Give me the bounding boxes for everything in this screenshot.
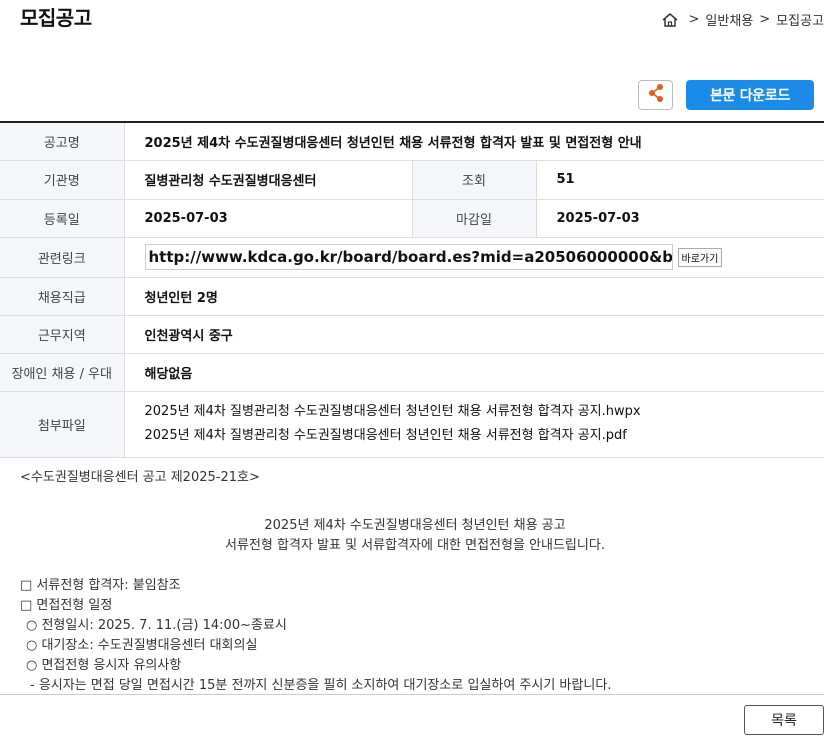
breadcrumb-separator: >: [759, 12, 771, 27]
breadcrumb-separator: >: [688, 12, 700, 27]
deadline-value: 2025-07-03: [535, 199, 824, 238]
breadcrumb-item-recruit[interactable]: 일반채용: [705, 10, 753, 29]
download-body-button[interactable]: 본문 다운로드: [686, 80, 814, 110]
region-value: 인천광역시 중구: [123, 315, 824, 354]
attachment-pdf-link[interactable]: 2025년 제4차 질병관리청 수도권질병대응센터 청년인턴 채용 서류전형 합…: [145, 424, 824, 448]
reg-date-label: 등록일: [0, 199, 124, 238]
table-row: 기관명 질병관리청 수도권질병대응센터 조회 51: [0, 160, 824, 200]
notice-body: <수도권질병대응센터 공고 제2025-21호> 2025년 제4차 수도권질병…: [20, 468, 810, 696]
page-title: 모집공고: [20, 6, 92, 30]
org-value: 질병관리청 수도권질병대응센터: [123, 160, 413, 200]
title-label: 공고명: [0, 122, 124, 161]
reg-date-value: 2025-07-03: [123, 199, 413, 238]
list-button[interactable]: 목록: [744, 705, 824, 735]
table-row: 공고명 2025년 제4차 수도권질병대응센터 청년인턴 채용 서류전형 합격자…: [0, 122, 824, 161]
table-row: 장애인 채용 / 우대 해당없음: [0, 353, 824, 392]
link-cell: http://www.kdca.go.kr/board/board.es?mid…: [123, 237, 824, 278]
table-row: 근무지역 인천광역시 중구: [0, 315, 824, 354]
position-value: 청년인턴 2명: [123, 277, 824, 316]
body-heading: 2025년 제4차 수도권질병대응센터 청년인턴 채용 공고: [264, 518, 566, 533]
position-label: 채용직급: [0, 277, 124, 316]
table-row: 채용직급 청년인턴 2명: [0, 277, 824, 316]
home-icon[interactable]: [661, 11, 679, 29]
notice-info-table: 공고명 2025년 제4차 수도권질병대응센터 청년인턴 채용 서류전형 합격자…: [0, 121, 824, 458]
disability-label: 장애인 채용 / 우대: [0, 353, 124, 392]
notice-number: <수도권질병대응센터 공고 제2025-21호>: [20, 470, 260, 485]
body-line: □ 면접전형 일정: [20, 598, 113, 613]
table-row: 관련링크 http://www.kdca.go.kr/board/board.e…: [0, 237, 824, 278]
breadcrumb-item-notice[interactable]: 모집공고: [776, 10, 824, 29]
views-value: 51: [535, 160, 824, 200]
deadline-label: 마감일: [412, 199, 536, 238]
views-label: 조회: [412, 160, 536, 200]
body-line: ○ 면접전형 응시자 유의사항: [26, 658, 182, 673]
share-button[interactable]: [638, 80, 673, 110]
divider: [0, 694, 824, 695]
disability-value: 해당없음: [123, 353, 824, 392]
region-label: 근무지역: [0, 315, 124, 354]
body-line: ○ 대기장소: 수도권질병대응센터 대회의실: [26, 638, 258, 653]
files-label: 첨부파일: [0, 391, 124, 458]
files-cell: 2025년 제4차 질병관리청 수도권질병대응센터 청년인턴 채용 서류전형 합…: [123, 391, 824, 458]
goto-link-button[interactable]: 바로가기: [677, 247, 723, 267]
body-line: - 응시자는 면접 당일 면접시간 15분 전까지 신분증을 필히 소지하여 대…: [30, 678, 612, 693]
breadcrumb: > 일반채용 > 모집공고: [661, 10, 824, 29]
link-label: 관련링크: [0, 237, 124, 278]
body-subheading: 서류전형 합격자 발표 및 서류합격자에 대한 면접전형을 안내드립니다.: [225, 538, 605, 553]
org-label: 기관명: [0, 160, 124, 200]
table-row: 등록일 2025-07-03 마감일 2025-07-03: [0, 199, 824, 238]
related-link-field[interactable]: http://www.kdca.go.kr/board/board.es?mid…: [144, 244, 673, 270]
attachment-hwpx-link[interactable]: 2025년 제4차 질병관리청 수도권질병대응센터 청년인턴 채용 서류전형 합…: [145, 400, 824, 424]
table-row: 첨부파일 2025년 제4차 질병관리청 수도권질병대응센터 청년인턴 채용 서…: [0, 391, 824, 458]
share-icon: [647, 83, 665, 107]
notice-title: 2025년 제4차 수도권질병대응센터 청년인턴 채용 서류전형 합격자 발표 …: [123, 122, 824, 161]
body-line: □ 서류전형 합격자: 붙임참조: [20, 578, 181, 593]
body-line: ○ 전형일시: 2025. 7. 11.(금) 14:00~종료시: [26, 618, 287, 633]
